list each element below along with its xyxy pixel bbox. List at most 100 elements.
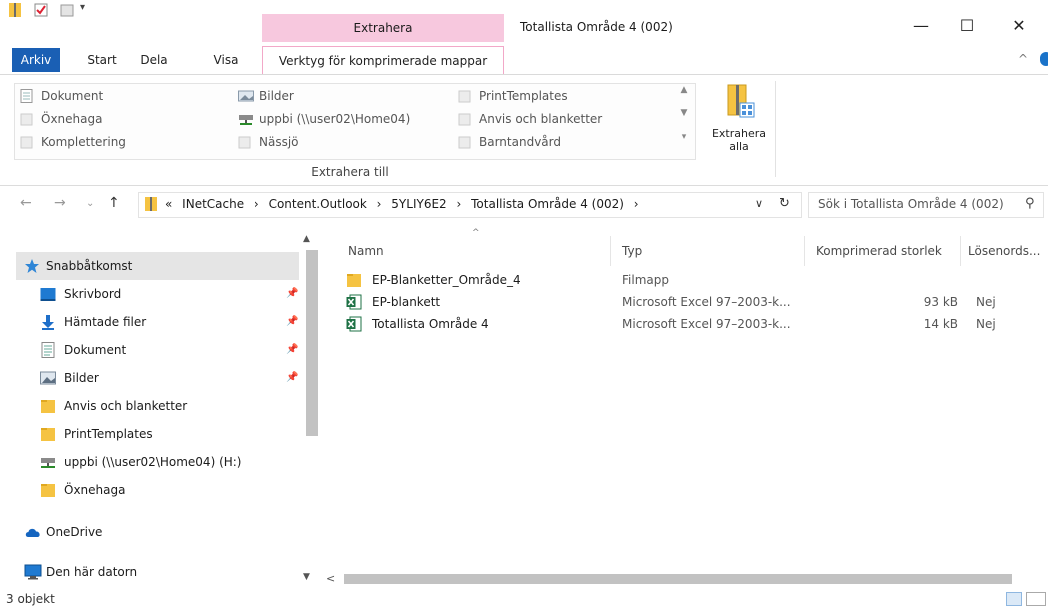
sidebar-item-label: Anvis och blanketter [64,399,188,413]
help-icon[interactable] [1040,52,1048,66]
sidebar-item-den-har-datorn[interactable]: Den här datorn [16,558,299,586]
gallery-item-label: Bilder [259,89,294,103]
gallery-item-komplettering[interactable]: Komplettering [17,133,126,151]
column-separator[interactable] [610,236,611,266]
gallery-scroll-up-icon[interactable]: ▲ [675,85,693,107]
horizontal-scrollbar[interactable]: < [322,570,1048,588]
column-separator[interactable] [960,236,961,266]
breadcrumb-separator[interactable]: › [634,197,639,211]
folder-icon [20,135,33,149]
pin-icon[interactable]: 📌 [286,308,298,336]
breadcrumb-separator[interactable]: › [457,197,462,211]
large-icons-view-icon[interactable] [1026,592,1046,606]
sidebar-item-label: Snabbåtkomst [46,259,133,273]
nav-scrollbar-thumb[interactable] [306,250,318,436]
table-row[interactable]: Totallista Område 4 Microsoft Excel 97–2… [334,313,1048,335]
tab-visa[interactable]: Visa [206,48,246,72]
search-input[interactable]: Sök i Totallista Område 4 (002) [818,197,1004,211]
new-folder-icon[interactable] [60,2,74,18]
zip-extract-icon [724,83,756,123]
pin-icon[interactable]: 📌 [286,280,298,308]
sidebar-item-anvis-och-blanketter[interactable]: Anvis och blanketter [16,392,299,420]
download-icon [40,314,56,330]
extract-all-label-line1: Extrahera [711,127,767,140]
minimize-button[interactable]: — [898,14,944,38]
breadcrumb-separator[interactable]: › [377,197,382,211]
cloud-icon [24,524,40,540]
sidebar-item-label: Skrivbord [64,287,122,301]
ribbon-collapse-icon[interactable]: ^ [1018,52,1028,66]
gallery-item-oxnehaga[interactable]: Öxnehaga [17,110,102,128]
address-dropdown-icon[interactable]: ∨ [755,197,763,210]
search-box[interactable]: Sök i Totallista Område 4 (002) ⚲ [808,192,1044,218]
excel-icon [346,316,362,332]
column-separator[interactable] [804,236,805,266]
tab-arkiv[interactable]: Arkiv [12,48,60,72]
search-icon[interactable]: ⚲ [1025,196,1035,211]
gallery-item-barntandvard[interactable]: Barntandvård [455,133,561,151]
breadcrumb-item[interactable]: Totallista Område 4 (002) [471,197,624,211]
column-header-namn[interactable]: Namn [348,236,384,266]
network-drive-icon [40,454,56,470]
recent-locations-chevron-icon[interactable]: ⌄ [86,198,94,209]
breadcrumb-overflow[interactable]: « [165,197,172,211]
gallery-more-icon[interactable]: ▾ [675,132,693,154]
sidebar-item-printtemplates[interactable]: PrintTemplates [16,420,299,448]
gallery-item-bilder[interactable]: Bilder [235,87,294,105]
tab-compressed-folder-tools[interactable]: Verktyg för komprimerade mappar [262,46,504,74]
file-type: Filmapp [622,273,669,287]
folder-icon [20,112,33,126]
gallery-item-nassjo[interactable]: Nässjö [235,133,299,151]
address-bar[interactable]: « INetCache › Content.Outlook › 5YLIY6E2… [138,192,802,218]
quick-access-dropdown-icon[interactable]: ▾ [80,2,94,18]
nav-scroll-down-icon[interactable]: ▼ [303,572,310,582]
horizontal-scrollbar-thumb[interactable] [344,574,1012,584]
sidebar-item-oxnehaga[interactable]: Öxnehaga [16,476,299,504]
breadcrumb-separator[interactable]: › [254,197,259,211]
navigation-pane: Snabbåtkomst Skrivbord 📌 Hämtade filer 📌… [0,228,320,590]
back-arrow-icon[interactable]: ← [20,195,32,211]
gallery-scroll-down-icon[interactable]: ▼ [675,108,693,130]
pin-icon[interactable]: 📌 [286,364,298,392]
tab-start[interactable]: Start [80,48,124,72]
sidebar-item-uppbi-drive[interactable]: uppbi (\\user02\Home04) (H:) [16,448,299,476]
zip-folder-icon[interactable] [8,2,22,18]
refresh-icon[interactable]: ↻ [779,196,790,211]
sidebar-item-snabbatkomst[interactable]: Snabbåtkomst [16,252,299,280]
breadcrumb-item[interactable]: INetCache [182,197,244,211]
sidebar-item-hamtade-filer[interactable]: Hämtade filer 📌 [16,308,299,336]
sidebar-item-onedrive[interactable]: OneDrive [16,518,299,546]
tab-dela[interactable]: Dela [134,48,174,72]
table-row[interactable]: EP-Blanketter_Område_4 Filmapp [334,269,1048,291]
column-header-komprimerad-storlek[interactable]: Komprimerad storlek [816,236,942,266]
gallery-item-anvis[interactable]: Anvis och blanketter [455,110,602,128]
column-header-losenord[interactable]: Lösenords... [968,236,1040,266]
column-header-typ[interactable]: Typ [622,236,642,266]
properties-icon[interactable] [34,2,48,18]
ribbon-separator [775,81,776,177]
sidebar-item-label: Dokument [64,343,127,357]
table-row[interactable]: EP-blankett Microsoft Excel 97–2003-k...… [334,291,1048,313]
breadcrumb-item[interactable]: 5YLIY6E2 [391,197,446,211]
details-view-icon[interactable] [1006,592,1022,606]
maximize-button[interactable]: ☐ [944,14,990,38]
gallery-item-printtemplates[interactable]: PrintTemplates [455,87,568,105]
sidebar-item-bilder[interactable]: Bilder 📌 [16,364,299,392]
close-button[interactable]: ✕ [996,14,1042,38]
sidebar-item-skrivbord[interactable]: Skrivbord 📌 [16,280,299,308]
nav-scroll-up-icon[interactable]: ▲ [303,234,310,244]
file-password: Nej [976,295,996,309]
scroll-left-icon[interactable]: < [326,572,335,585]
sidebar-item-label: Bilder [64,371,99,385]
folder-icon [40,482,56,498]
extract-all-button[interactable]: Extrahera alla [708,81,770,159]
gallery-item-label: uppbi (\\user02\Home04) [259,112,411,126]
gallery-item-uppbi[interactable]: uppbi (\\user02\Home04) [235,110,410,128]
up-arrow-icon[interactable]: ↑ [108,195,120,211]
pin-icon[interactable]: 📌 [286,336,298,364]
forward-arrow-icon[interactable]: → [54,195,66,211]
sort-ascending-icon: ^ [472,228,480,238]
gallery-item-dokument[interactable]: Dokument [17,87,103,105]
breadcrumb-item[interactable]: Content.Outlook [269,197,367,211]
sidebar-item-dokument[interactable]: Dokument 📌 [16,336,299,364]
